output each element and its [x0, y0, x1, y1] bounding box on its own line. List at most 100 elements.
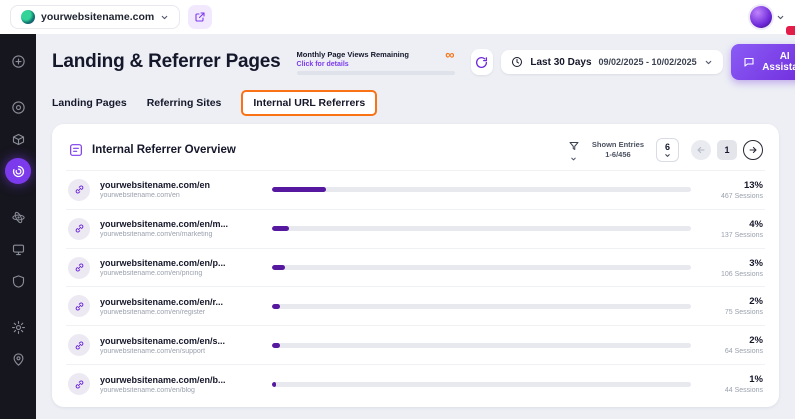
- sessions-bar: [272, 382, 691, 387]
- card-header: Internal Referrer Overview Shown Entries…: [66, 132, 765, 170]
- page-size-dropdown[interactable]: 6: [656, 138, 679, 162]
- chevron-down-icon: [704, 58, 713, 67]
- table-row[interactable]: yourwebsitename.com/en/p... yourwebsiten…: [66, 248, 765, 287]
- link-icon: [68, 334, 90, 356]
- tab-internal-url-referrers[interactable]: Internal URL Referrers: [241, 90, 377, 116]
- sessions-bar: [272, 187, 691, 192]
- quota-label: Monthly Page Views Remaining: [297, 50, 409, 59]
- sessions-value: 137 Sessions: [701, 232, 763, 239]
- link-icon: [68, 257, 90, 279]
- period-label: Last 30 Days: [530, 57, 591, 68]
- sessions-bar: [272, 265, 691, 270]
- ai-assistant-button[interactable]: AI Assistant: [731, 44, 795, 80]
- table-row[interactable]: yourwebsitename.com/en/r... yourwebsiten…: [66, 286, 765, 325]
- shown-entries-value: 1-6/456: [592, 150, 644, 160]
- link-icon: [68, 179, 90, 201]
- referrer-url-full: yourwebsitename.com/en/pricing: [100, 270, 262, 277]
- open-site-button[interactable]: [188, 5, 212, 29]
- tab-bar: Landing Pages Referring Sites Internal U…: [52, 90, 779, 116]
- chevron-down-icon: [776, 13, 785, 22]
- percent-value: 2%: [701, 335, 763, 346]
- previous-page-button[interactable]: [691, 140, 711, 160]
- sessions-value: 75 Sessions: [701, 309, 763, 316]
- arrow-left-icon: [696, 145, 706, 155]
- site-selector-dropdown[interactable]: yourwebsitename.com: [10, 5, 180, 29]
- shield-icon: [11, 274, 26, 289]
- page-title: Landing & Referrer Pages: [52, 51, 281, 73]
- referrer-url-full: yourwebsitename.com/en/register: [100, 309, 262, 316]
- sidebar-item-monitor[interactable]: [5, 236, 31, 262]
- sidebar-item-referrer-pages[interactable]: [5, 158, 31, 184]
- notification-indicator: [786, 26, 795, 35]
- table-row[interactable]: yourwebsitename.com/en/s... yourwebsiten…: [66, 325, 765, 364]
- sidebar-item-expand[interactable]: [5, 48, 31, 74]
- quota-value: ∞: [445, 50, 454, 60]
- sidebar-item-archive[interactable]: [5, 126, 31, 152]
- table-row[interactable]: yourwebsitename.com/en/m... yourwebsiten…: [66, 209, 765, 248]
- sessions-value: 106 Sessions: [701, 271, 763, 278]
- referrer-url-full: yourwebsitename.com/en/marketing: [100, 231, 262, 238]
- shown-entries: Shown Entries 1-6/456: [592, 140, 644, 160]
- avatar: [750, 6, 772, 28]
- next-page-button[interactable]: [743, 140, 763, 160]
- main-content: Landing & Referrer Pages Monthly Page Vi…: [36, 34, 795, 419]
- chevron-down-icon: [160, 13, 169, 22]
- link-icon: [68, 218, 90, 240]
- swirl-icon: [11, 164, 26, 179]
- date-range-selector[interactable]: Last 30 Days 09/02/2025 - 10/02/2025: [501, 50, 722, 74]
- sidebar-item-dashboard[interactable]: [5, 94, 31, 120]
- shown-entries-label: Shown Entries: [592, 140, 644, 150]
- sidebar-item-settings[interactable]: [5, 314, 31, 340]
- chevron-down-icon: [570, 153, 577, 160]
- sessions-value: 467 Sessions: [701, 193, 763, 200]
- referrer-list: yourwebsitename.com/en yourwebsitename.c…: [66, 170, 765, 403]
- sessions-bar: [272, 343, 691, 348]
- chevron-down-icon: [664, 152, 671, 159]
- referrer-url: yourwebsitename.com/en/p...: [100, 258, 262, 268]
- link-icon: [68, 373, 90, 395]
- target-icon: [11, 100, 26, 115]
- external-link-icon: [194, 11, 206, 23]
- percent-value: 2%: [701, 296, 763, 307]
- quota-details-link[interactable]: Click for details: [297, 61, 455, 68]
- quota-progress-bar: [297, 71, 455, 75]
- percent-value: 1%: [701, 374, 763, 385]
- referrer-url: yourwebsitename.com/en/s...: [100, 336, 262, 346]
- referrer-url: yourwebsitename.com/en: [100, 180, 262, 190]
- quota-widget: Monthly Page Views Remaining ∞ Click for…: [297, 50, 455, 75]
- referrer-url-full: yourwebsitename.com/en/support: [100, 348, 262, 355]
- percent-value: 3%: [701, 258, 763, 269]
- arrow-right-icon: [748, 145, 758, 155]
- referrer-url: yourwebsitename.com/en/b...: [100, 375, 262, 385]
- sidebar-item-automation[interactable]: [5, 204, 31, 230]
- sessions-value: 64 Sessions: [701, 348, 763, 355]
- internal-referrer-card: Internal Referrer Overview Shown Entries…: [52, 124, 779, 407]
- site-logo: [21, 10, 35, 24]
- tab-referring-sites[interactable]: Referring Sites: [147, 97, 222, 109]
- site-selector-label: yourwebsitename.com: [41, 11, 154, 23]
- referrer-url-full: yourwebsitename.com/en: [100, 192, 262, 199]
- sidebar-item-security[interactable]: [5, 268, 31, 294]
- percent-value: 13%: [701, 180, 763, 191]
- sessions-bar: [272, 226, 691, 231]
- tab-landing-pages[interactable]: Landing Pages: [52, 97, 127, 109]
- package-icon: [11, 132, 26, 147]
- filter-icon: [568, 140, 580, 152]
- overview-icon: [68, 142, 84, 158]
- plus-circle-icon: [11, 54, 26, 69]
- referrer-url: yourwebsitename.com/en/m...: [100, 219, 262, 229]
- card-title: Internal Referrer Overview: [92, 144, 236, 156]
- page-header: Landing & Referrer Pages Monthly Page Vi…: [52, 44, 779, 80]
- current-page-indicator[interactable]: 1: [717, 140, 737, 160]
- sidebar-item-locations[interactable]: [5, 346, 31, 372]
- refresh-icon: [475, 56, 488, 69]
- table-row[interactable]: yourwebsitename.com/en yourwebsitename.c…: [66, 170, 765, 209]
- referrer-url-full: yourwebsitename.com/en/blog: [100, 387, 262, 394]
- filter-dropdown[interactable]: [568, 140, 580, 160]
- pagination: 1: [691, 140, 763, 160]
- sessions-bar: [272, 304, 691, 309]
- user-menu[interactable]: [750, 6, 785, 28]
- atom-icon: [11, 210, 26, 225]
- table-row[interactable]: yourwebsitename.com/en/b... yourwebsiten…: [66, 364, 765, 403]
- refresh-button[interactable]: [471, 49, 494, 75]
